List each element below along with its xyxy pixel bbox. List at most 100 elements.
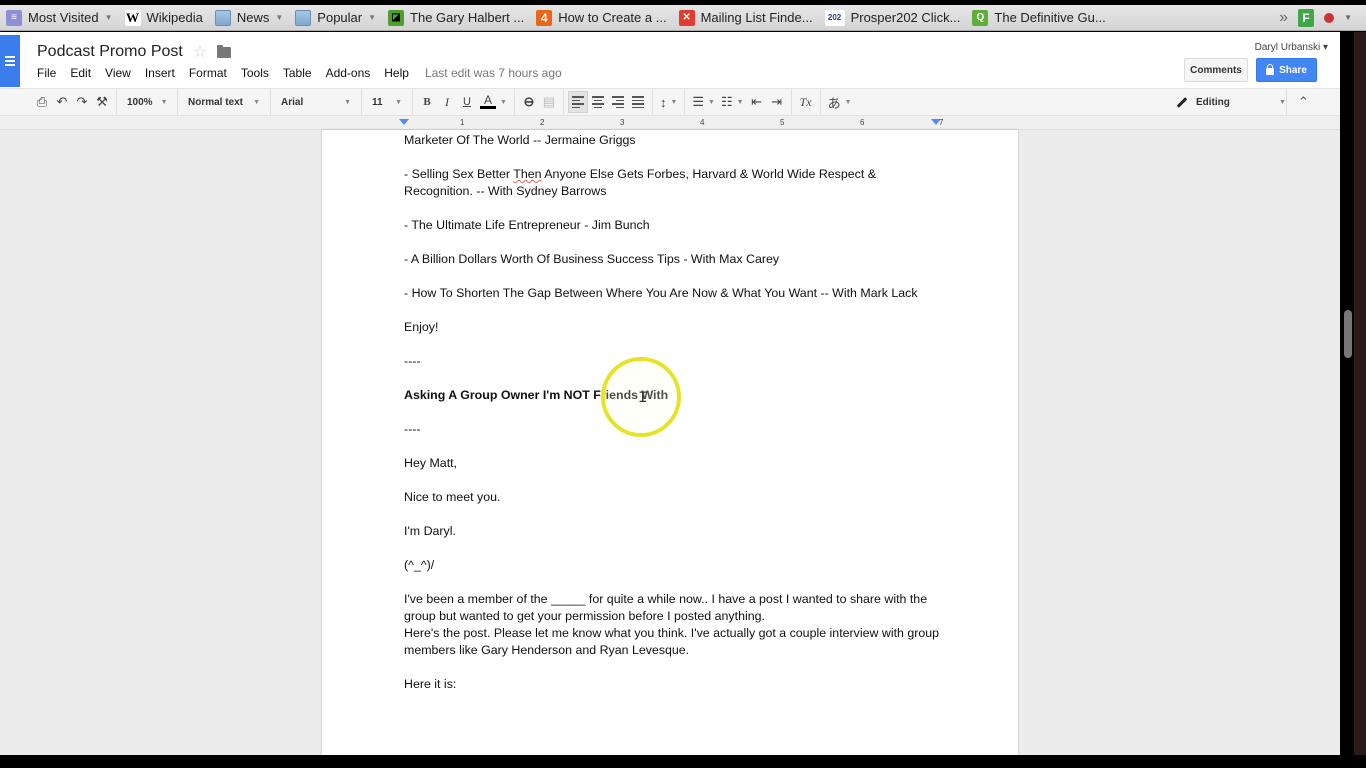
bookmarks-bar: ≡ Most Visited ▼ W Wikipedia News ▼ Popu… <box>0 5 1366 31</box>
bookmark-most-visited[interactable]: ≡ Most Visited ▼ <box>0 5 119 30</box>
bookmark-definitive-guide[interactable]: Q The Definitive Gu... <box>966 5 1111 30</box>
link-icon[interactable]: ⊖ <box>519 91 539 113</box>
share-button[interactable]: Share <box>1256 58 1317 82</box>
bookmark-label: Mailing List Finde... <box>700 10 813 25</box>
bookmarks-overflow-icon[interactable]: » <box>1279 9 1288 27</box>
collapse-menus-icon[interactable]: ⌃ <box>1286 88 1320 116</box>
misspelled-word[interactable]: Then <box>513 167 541 181</box>
zoom-select[interactable]: 100% ▼ <box>121 97 173 108</box>
chevron-down-icon[interactable]: ▼ <box>1344 13 1352 22</box>
desktop-edge <box>1354 32 1366 755</box>
extension-f-icon[interactable]: F <box>1298 8 1315 27</box>
redo-icon[interactable]: ↷ <box>72 91 92 113</box>
align-left-button[interactable] <box>567 91 588 113</box>
menu-add-ons[interactable]: Add-ons <box>326 66 371 80</box>
paragraph: - A Billion Dollars Worth Of Business Su… <box>404 252 780 266</box>
font-size-select[interactable]: 11 ▼ <box>366 97 408 108</box>
folder-icon <box>214 9 231 26</box>
input-tools-button[interactable]: あ ▼ <box>825 91 855 113</box>
star-icon[interactable]: ☆ <box>193 42 207 62</box>
chevron-down-icon: ▼ <box>275 13 284 22</box>
site-favicon-icon: ✕ <box>678 9 695 26</box>
docs-logo-icon[interactable] <box>0 35 20 87</box>
left-indent-marker[interactable] <box>399 119 409 125</box>
line-spacing-button[interactable]: ↕ ▼ <box>657 91 680 113</box>
increase-indent-icon[interactable]: ⇥ <box>767 91 787 113</box>
bookmark-wikipedia[interactable]: W Wikipedia <box>119 5 209 30</box>
menu-view[interactable]: View <box>105 66 131 80</box>
folder-icon[interactable] <box>217 44 232 58</box>
bulleted-list-button[interactable]: ☷ ▼ <box>718 91 747 113</box>
ruler-number: 6 <box>860 118 865 127</box>
zoom-value: 100% <box>127 96 153 108</box>
folder-icon <box>295 9 312 26</box>
chevron-down-icon: ▼ <box>344 98 351 106</box>
chevron-down-icon: ▼ <box>368 13 377 22</box>
decrease-indent-icon[interactable]: ⇤ <box>747 91 767 113</box>
menu-table[interactable]: Table <box>283 66 312 80</box>
menu-format[interactable]: Format <box>189 66 227 80</box>
bookmark-folder-news[interactable]: News ▼ <box>209 5 289 30</box>
chevron-down-icon: ▼ <box>500 98 507 106</box>
document-body[interactable]: Marketer Of The World -- Jermaine Griggs… <box>404 132 944 710</box>
numbered-list-button[interactable]: ☰ ▼ <box>689 91 718 113</box>
vertical-scrollbar-thumb[interactable] <box>1344 310 1352 358</box>
menu-edit[interactable]: Edit <box>70 66 91 80</box>
wikipedia-icon: W <box>124 9 141 26</box>
print-icon[interactable]: ⎙ <box>32 91 52 113</box>
chevron-down-icon: ▼ <box>395 98 402 106</box>
underline-button[interactable]: U <box>457 91 477 113</box>
extension-icon[interactable] <box>1324 12 1335 23</box>
share-label: Share <box>1279 64 1307 76</box>
bookmark-label: The Gary Halbert ... <box>410 10 525 25</box>
menu-insert[interactable]: Insert <box>145 66 175 80</box>
font-value: Arial <box>281 96 304 108</box>
most-visited-icon: ≡ <box>6 9 22 26</box>
editing-mode-label: Editing <box>1196 96 1230 108</box>
comments-button[interactable]: Comments <box>1184 58 1248 82</box>
chevron-down-icon: ▼ <box>253 98 260 106</box>
document-title[interactable]: Podcast Promo Post <box>37 43 183 61</box>
document-page[interactable]: Marketer Of The World -- Jermaine Griggs… <box>322 130 1018 755</box>
font-select[interactable]: Arial ▼ <box>275 97 357 108</box>
paint-format-icon[interactable]: ⚒ <box>92 91 112 113</box>
bookmark-mailing-list-finder[interactable]: ✕ Mailing List Finde... <box>673 5 819 30</box>
align-center-button[interactable] <box>588 91 608 113</box>
comment-icon[interactable]: ▤ <box>539 91 559 113</box>
text-color-icon: A <box>483 93 492 107</box>
style-select[interactable]: Normal text ▼ <box>182 97 266 108</box>
ruler-number: 7 <box>939 118 944 127</box>
chevron-down-icon: ▼ <box>736 98 744 106</box>
bookmark-gary-halbert[interactable]: ◪ The Gary Halbert ... <box>382 5 530 30</box>
undo-icon[interactable]: ↶ <box>52 91 72 113</box>
site-favicon-icon: 202 <box>824 9 845 26</box>
justify-icon <box>631 96 644 108</box>
account-name[interactable]: Daryl Urbanski ▾ <box>1255 42 1328 53</box>
menu-bar: File Edit View Insert Format Tools Table… <box>37 66 562 80</box>
text-color-button[interactable]: A ▼ <box>477 91 510 113</box>
justify-button[interactable] <box>628 91 648 113</box>
paragraph: I've been a member of the _____ for quit… <box>404 592 928 623</box>
bookmark-label: How to Create a ... <box>558 10 667 25</box>
bookmark-prosper202[interactable]: 202 Prosper202 Click... <box>819 5 967 30</box>
site-favicon-icon: ◪ <box>388 9 405 26</box>
pencil-icon <box>1176 96 1188 108</box>
bold-button[interactable]: B <box>417 91 437 113</box>
paragraph: Here's the post. Please let me know what… <box>404 626 940 657</box>
chevron-down-icon: ▼ <box>708 98 715 106</box>
clear-formatting-button[interactable]: Tx <box>796 91 816 113</box>
editing-mode-select[interactable]: Editing ▼ <box>1176 97 1286 108</box>
ruler-number: 5 <box>780 118 785 127</box>
menu-tools[interactable]: Tools <box>241 66 269 80</box>
italic-button[interactable]: I <box>437 91 457 113</box>
docs-header: Podcast Promo Post ☆ File Edit View Inse… <box>0 32 1340 88</box>
menu-file[interactable]: File <box>37 66 56 80</box>
menu-help[interactable]: Help <box>384 66 409 80</box>
bookmark-how-to-create[interactable]: 4 How to Create a ... <box>530 5 672 30</box>
last-edit-status[interactable]: Last edit was 7 hours ago <box>425 66 562 80</box>
align-right-icon <box>611 96 624 108</box>
align-right-button[interactable] <box>608 91 628 113</box>
text-cursor-icon: I <box>638 389 648 407</box>
bookmark-folder-popular[interactable]: Popular ▼ <box>289 5 382 30</box>
chevron-down-icon: ▼ <box>844 98 852 106</box>
